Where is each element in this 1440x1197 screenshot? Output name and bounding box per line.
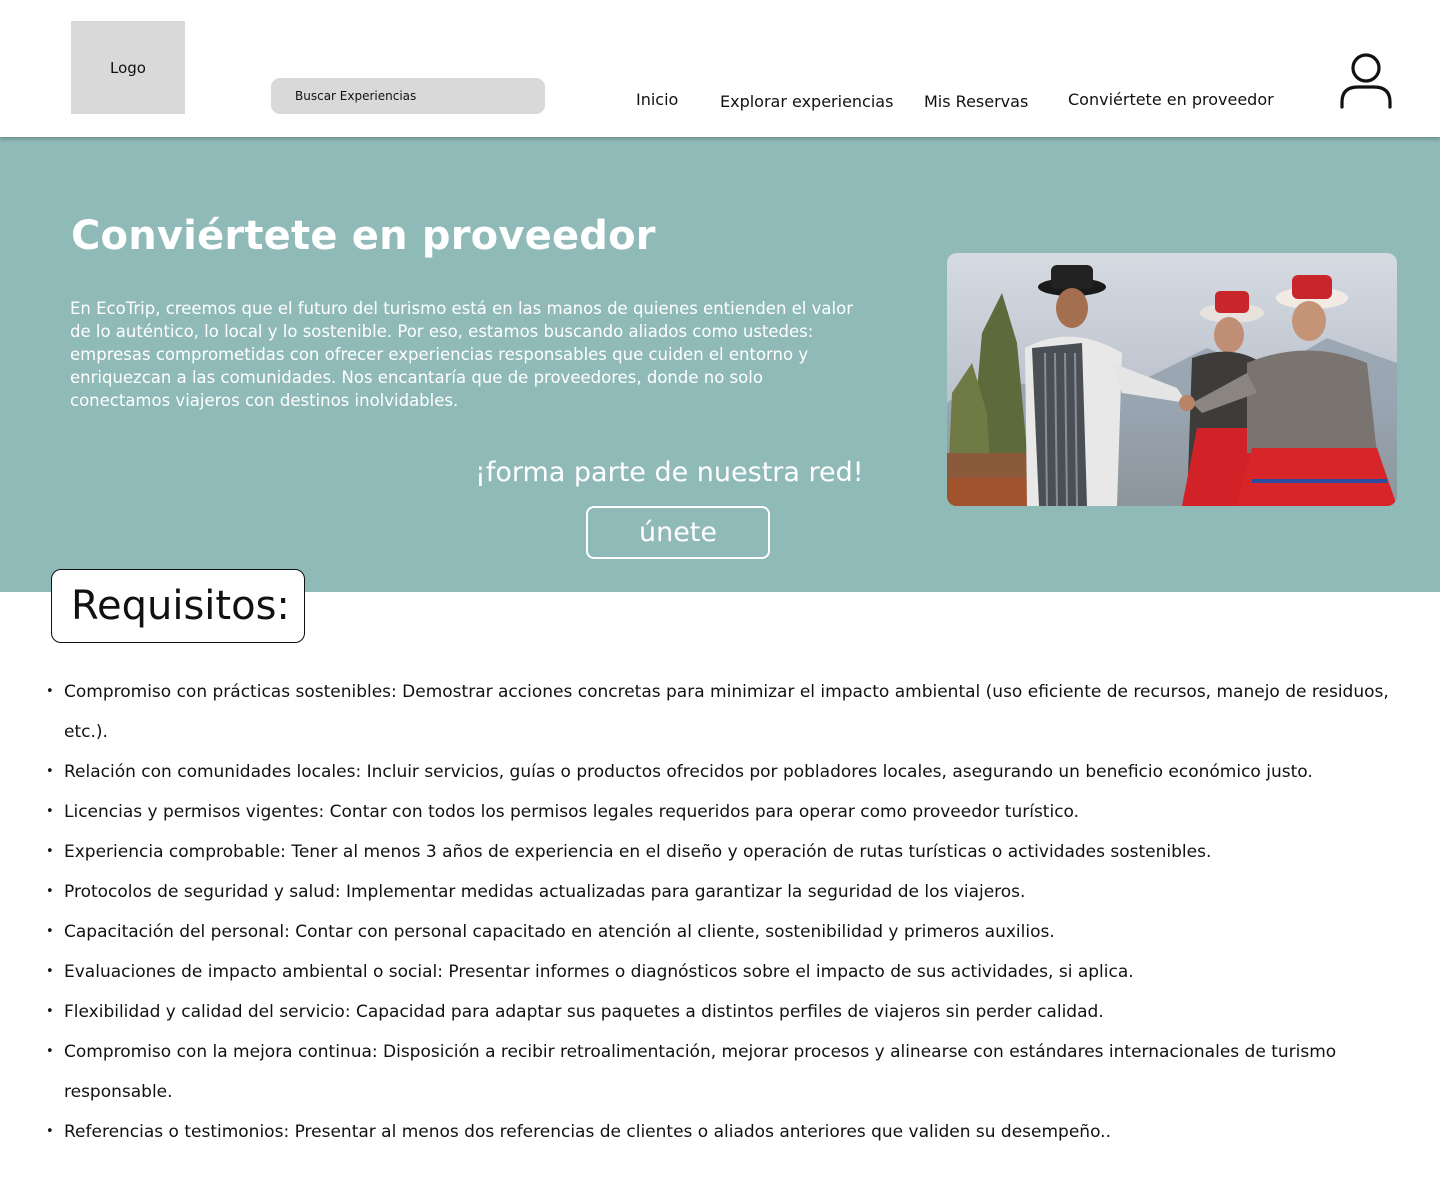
bullet: • [46,844,54,859]
requirement-text: Referencias o testimonios: Presentar al … [64,1122,1111,1142]
top-header: Logo Buscar Experiencias Inicio Explorar… [0,0,1440,137]
list-item: • Experiencia comprobable: Tener al menos… [46,832,1408,872]
requirements-heading-text: Requisitos: [71,583,290,629]
requirement-text: Compromiso con la mejora continua: Dispo… [64,1042,1337,1102]
bullet: • [46,764,54,779]
requirement-text: Protocolos de seguridad y salud: Impleme… [64,882,1026,902]
bullet: • [46,1004,54,1019]
bullet: • [46,684,54,699]
search-placeholder: Buscar Experiencias [295,89,417,103]
requirements-heading: Requisitos: [51,569,305,643]
logo-label: Logo [110,58,146,77]
list-item: • Flexibilidad y calidad del servicio: Ca… [46,992,1408,1032]
search-input[interactable]: Buscar Experiencias [271,78,545,114]
hero-cta-text: ¡forma parte de nuestra red! [475,457,864,488]
requirements-list: • Compromiso con prácticas sostenibles: D… [46,672,1408,1152]
list-item: • Protocolos de seguridad y salud: Implem… [46,872,1408,912]
bullet: • [46,1044,54,1059]
join-button-label: únete [638,517,718,548]
list-item: • Compromiso con prácticas sostenibles: D… [46,672,1408,752]
requirement-text: Evaluaciones de impacto ambiental o soci… [64,962,1134,982]
bullet: • [46,884,54,899]
page-title: Conviértete en proveedor [71,213,656,259]
bullet: • [46,804,54,819]
dancers-photo [947,253,1397,506]
nav-mis-reservas[interactable]: Mis Reservas [924,92,1028,111]
bullet: • [46,924,54,939]
bullet: • [46,1124,54,1139]
requirement-text: Compromiso con prácticas sostenibles: De… [64,682,1389,742]
user-icon[interactable] [1338,52,1394,110]
list-item: • Evaluaciones de impacto ambiental o soc… [46,952,1408,992]
requirement-text: Experiencia comprobable: Tener al menos … [64,842,1212,862]
join-button[interactable]: únete [586,506,770,559]
nav-conviertete-proveedor[interactable]: Conviértete en proveedor [1068,90,1274,109]
list-item: • Referencias o testimonios: Presentar al… [46,1112,1408,1152]
logo[interactable]: Logo [71,21,185,114]
list-item: • Compromiso con la mejora continua: Disp… [46,1032,1408,1112]
requirement-text: Capacitación del personal: Contar con pe… [64,922,1055,942]
list-item: • Capacitación del personal: Contar con p… [46,912,1408,952]
requirement-text: Flexibilidad y calidad del servicio: Cap… [64,1002,1104,1022]
nav-explorar-experiencias[interactable]: Explorar experiencias [720,92,893,111]
hero-description: En EcoTrip, creemos que el futuro del tu… [70,299,853,410]
hero-section: Conviértete en proveedor En EcoTrip, cre… [0,137,1440,592]
nav-inicio[interactable]: Inicio [636,90,678,109]
requirement-text: Relación con comunidades locales: Inclui… [64,762,1313,782]
requirement-text: Licencias y permisos vigentes: Contar co… [64,802,1080,822]
list-item: • Licencias y permisos vigentes: Contar c… [46,792,1408,832]
list-item: • Relación con comunidades locales: Inclu… [46,752,1408,792]
bullet: • [46,964,54,979]
